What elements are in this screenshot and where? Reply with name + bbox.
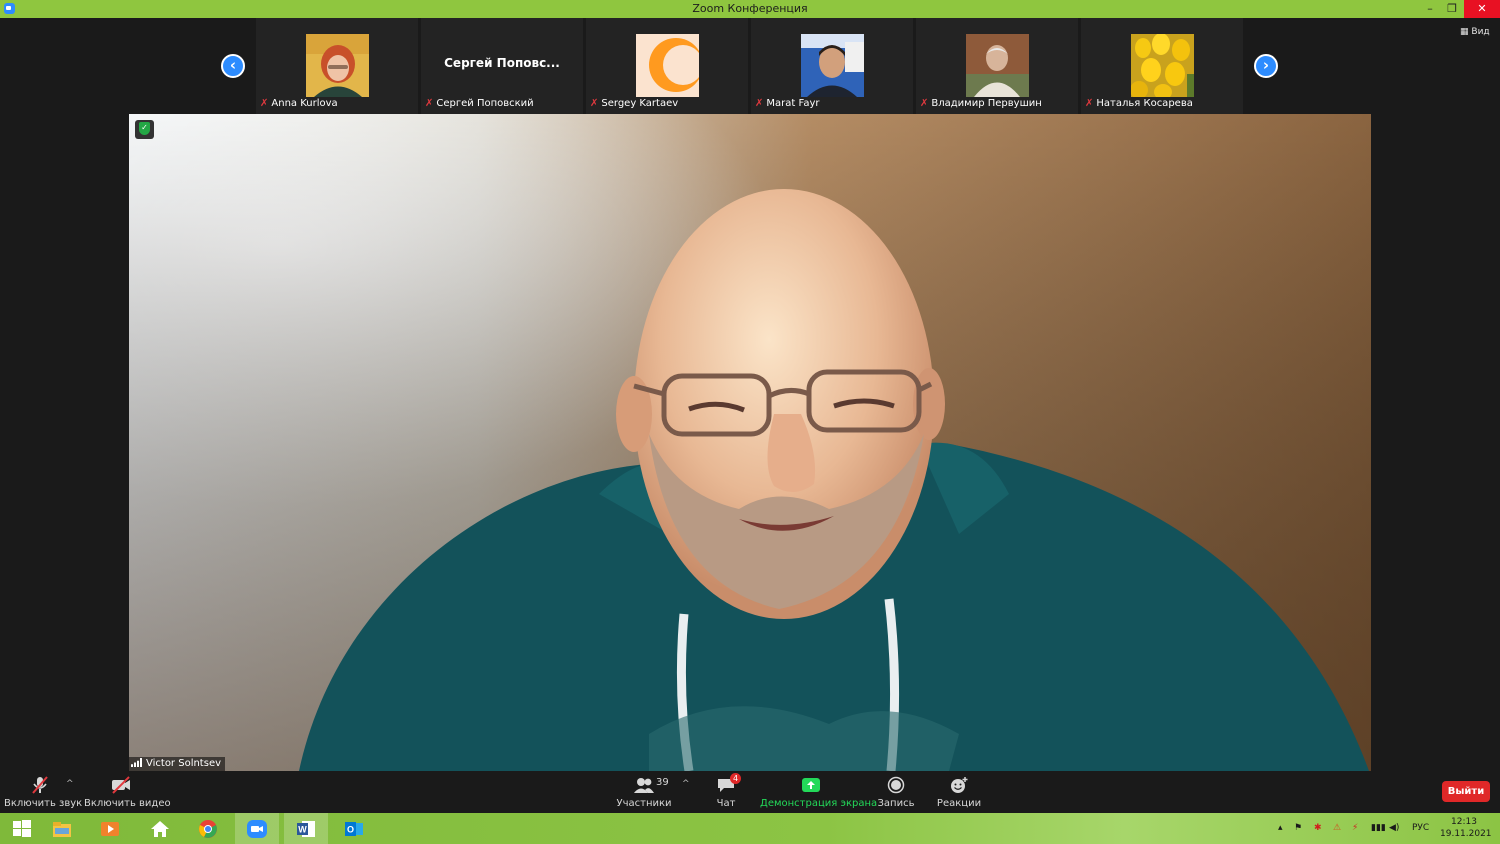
participant-tile[interactable]: ✗ Anna Kurlova xyxy=(256,18,418,114)
chrome-icon xyxy=(198,819,218,839)
svg-text:W: W xyxy=(298,825,307,835)
chat-unread-badge: 4 xyxy=(730,773,741,784)
speaker-video xyxy=(129,114,1371,771)
zoom-taskbar-button[interactable] xyxy=(235,813,279,844)
reactions-button[interactable]: Реакции xyxy=(936,771,982,813)
action-center-flag-icon[interactable]: ⚑ xyxy=(1294,813,1302,844)
mic-muted-icon: ✗ xyxy=(1085,98,1094,109)
participant-label: ✗ Наталья Косарева xyxy=(1085,98,1193,109)
alert-icon[interactable]: ⚠ xyxy=(1333,813,1341,844)
word-icon: W xyxy=(296,819,316,839)
start-icon xyxy=(12,819,32,839)
participant-tile[interactable]: ✗ Наталья Косарева xyxy=(1081,18,1243,114)
media-player-button[interactable] xyxy=(88,813,132,844)
record-icon xyxy=(885,776,907,794)
participants-options-caret[interactable]: ^ xyxy=(682,779,690,789)
chrome-button[interactable] xyxy=(186,813,230,844)
home-icon xyxy=(150,819,170,839)
participant-label: ✗ Sergey Kartaev xyxy=(590,98,679,109)
participant-label: ✗ Владимир Первушин xyxy=(920,98,1042,109)
record-button[interactable]: Запись xyxy=(876,771,916,813)
reactions-icon xyxy=(948,776,970,794)
avatar xyxy=(306,34,369,97)
security-app-icon[interactable]: ✱ xyxy=(1314,813,1322,844)
participant-label: ✗ Anna Kurlova xyxy=(260,98,338,109)
leave-meeting-button[interactable]: Выйти xyxy=(1442,781,1490,802)
unmute-button[interactable]: Включить звук xyxy=(4,771,82,813)
mic-muted-icon: ✗ xyxy=(590,98,599,109)
avatar xyxy=(966,34,1029,97)
participant-name-display: Сергей Поповс... xyxy=(444,56,560,70)
window-title: Zoom Конференция xyxy=(692,2,808,15)
volume-icon[interactable]: ◀) xyxy=(1389,813,1399,844)
security-shield-icon[interactable] xyxy=(135,120,154,139)
share-screen-button[interactable]: Демонстрация экрана xyxy=(760,771,877,813)
gallery-strip: ‹ ✗ Anna Kurlova Сергей Поповс... ✗ Сергей… xyxy=(0,18,1500,114)
share-screen-icon xyxy=(800,776,822,794)
start-video-button[interactable]: Включить видео xyxy=(84,771,171,813)
signal-icon[interactable]: ▮▮▮ xyxy=(1371,813,1386,844)
avatar xyxy=(636,34,699,97)
input-language[interactable]: РУС xyxy=(1412,813,1429,844)
mic-muted-icon: ✗ xyxy=(755,98,764,109)
title-bar: Zoom Конференция – ❐ ✕ xyxy=(0,0,1500,18)
gallery-next-button[interactable]: › xyxy=(1254,54,1278,78)
clock-time: 12:13 xyxy=(1451,817,1477,827)
speaker-video-frame xyxy=(129,114,1371,771)
participants-count: 39 xyxy=(656,777,669,788)
mic-muted-icon: ✗ xyxy=(425,98,434,109)
video-off-icon xyxy=(110,776,132,794)
tray-overflow-icon[interactable]: ▴ xyxy=(1278,813,1283,844)
mic-muted-icon xyxy=(29,776,51,794)
media-player-icon xyxy=(100,819,120,839)
outlook-button[interactable]: O xyxy=(332,813,376,844)
zoom-icon xyxy=(247,819,267,839)
clock-date: 19.11.2021 xyxy=(1440,829,1492,839)
word-button[interactable]: W xyxy=(284,813,328,844)
speaker-name-label: Victor Solntsev xyxy=(129,757,226,771)
grid-icon: ▦ xyxy=(1460,27,1469,37)
windows-taskbar: W O ▴ ⚑ ✱ ⚠ ⚡ ▮▮▮ ◀) РУС 12:13 19.11.202… xyxy=(0,813,1500,844)
mic-muted-icon: ✗ xyxy=(260,98,269,109)
participant-tile[interactable]: ✗ Владимир Первушин xyxy=(916,18,1078,114)
audio-options-caret[interactable]: ^ xyxy=(66,779,74,789)
file-explorer-button[interactable] xyxy=(40,813,84,844)
participant-label: ✗ Marat Fayr xyxy=(755,98,820,109)
participant-tile[interactable]: ✗ Sergey Kartaev xyxy=(586,18,748,114)
minimize-button[interactable]: – xyxy=(1419,0,1441,18)
view-button[interactable]: ▦ Вид xyxy=(1460,27,1490,37)
svg-text:O: O xyxy=(347,825,354,835)
connection-strength-icon xyxy=(131,758,143,767)
participants-icon xyxy=(633,776,655,794)
maximize-button[interactable]: ❐ xyxy=(1441,0,1463,18)
start-button[interactable] xyxy=(0,813,44,844)
mic-muted-icon: ✗ xyxy=(920,98,929,109)
outlook-icon: O xyxy=(344,819,364,839)
participant-label: ✗ Сергей Поповский xyxy=(425,98,534,109)
file-explorer-icon xyxy=(52,819,72,839)
avatar xyxy=(801,34,864,97)
network-warning-icon[interactable]: ⚡ xyxy=(1352,813,1358,844)
avatar xyxy=(1131,34,1194,97)
gallery-prev-button[interactable]: ‹ xyxy=(221,54,245,78)
participant-tile[interactable]: Сергей Поповс... ✗ Сергей Поповский xyxy=(421,18,583,114)
participant-tile[interactable]: ✗ Marat Fayr xyxy=(751,18,913,114)
home-button[interactable] xyxy=(138,813,182,844)
meeting-toolbar: Включить звук ^ Включить видео Участники… xyxy=(0,771,1500,813)
system-clock[interactable]: 12:13 19.11.2021 xyxy=(1440,816,1492,840)
close-button[interactable]: ✕ xyxy=(1464,0,1500,18)
